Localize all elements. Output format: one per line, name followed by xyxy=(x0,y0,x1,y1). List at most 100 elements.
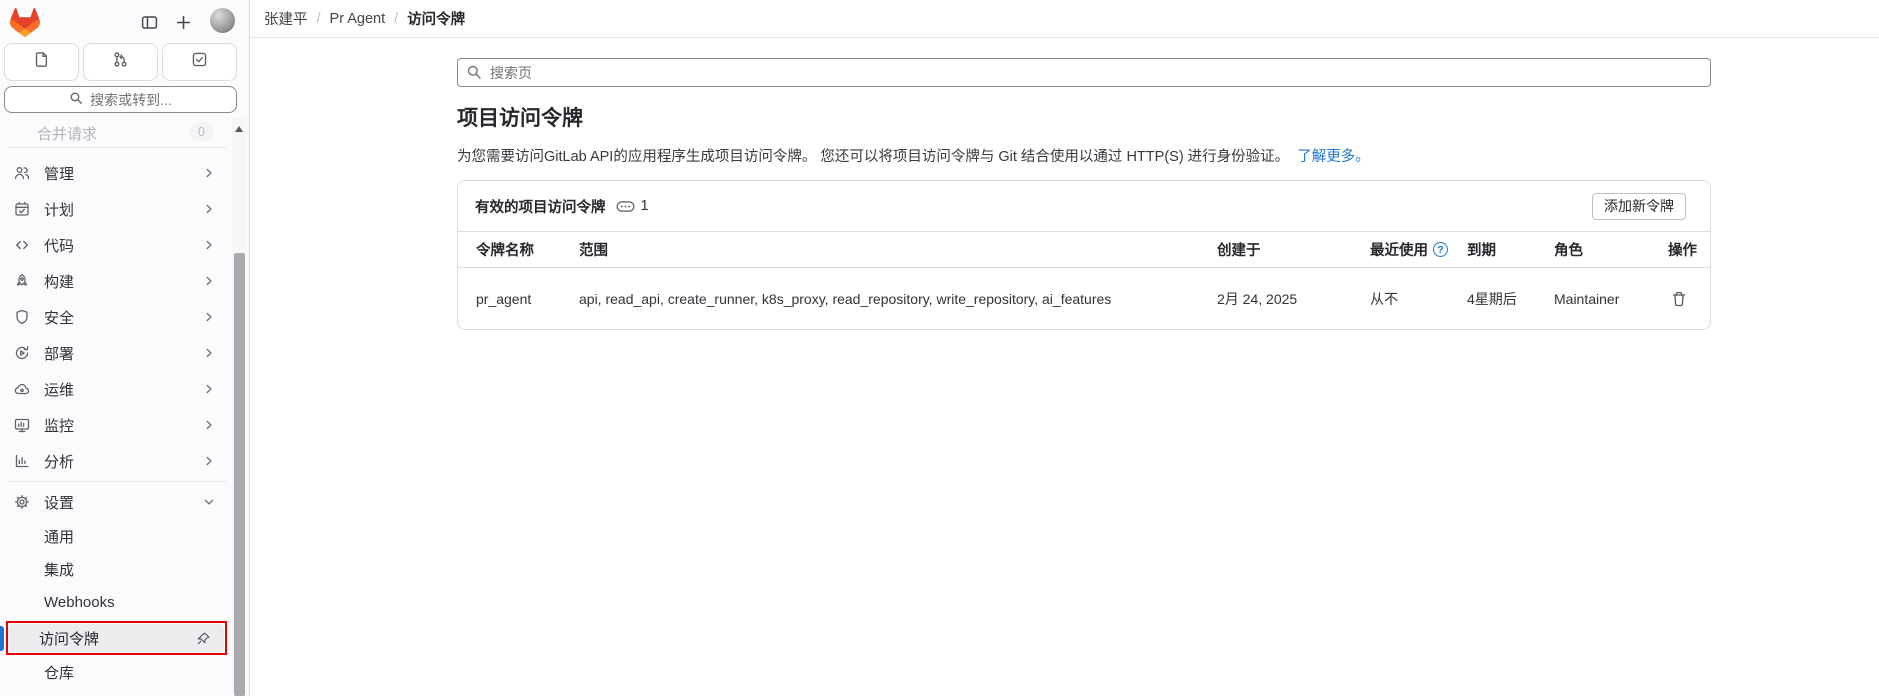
token-role-cell: Maintainer xyxy=(1554,291,1662,307)
sidebar-item-label: 通用 xyxy=(44,526,226,547)
learn-more-link[interactable]: 了解更多。 xyxy=(1297,149,1370,165)
chevron-right-icon xyxy=(202,418,216,432)
sidebar-item-plan[interactable]: 计划 xyxy=(8,192,226,226)
chevron-right-icon xyxy=(202,454,216,468)
page-search xyxy=(457,58,1711,87)
sidebar-item-webhooks[interactable]: Webhooks xyxy=(8,588,226,617)
sidebar-item-label: 管理 xyxy=(44,163,202,184)
chevron-down-icon xyxy=(202,495,216,509)
breadcrumb-group[interactable]: 张建平 xyxy=(264,8,308,29)
chart-icon xyxy=(14,453,30,469)
sidebar-item-secure[interactable]: 安全 xyxy=(8,300,226,334)
token-scopes-cell: api, read_api, create_runner, k8s_proxy,… xyxy=(579,291,1217,307)
sidebar-item-label: Webhooks xyxy=(44,594,226,611)
chevron-right-icon xyxy=(202,274,216,288)
sidebar-item-label: 部署 xyxy=(44,343,202,364)
active-indicator xyxy=(0,626,4,651)
settings-search-input[interactable] xyxy=(457,58,1711,87)
sidebar-item-access-tokens[interactable]: 访问令牌 xyxy=(9,624,224,652)
cloud-gear-icon xyxy=(14,381,30,397)
col-header-created: 创建于 xyxy=(1217,239,1370,260)
sidebar-item-monitor[interactable]: 监控 xyxy=(8,408,226,442)
sidebar-item-label: 构建 xyxy=(44,271,202,292)
card-title: 有效的项目访问令牌 xyxy=(475,196,606,217)
breadcrumb-separator: / xyxy=(394,11,398,27)
token-actions-cell xyxy=(1662,288,1710,310)
sidebar-item-operate[interactable]: 运维 xyxy=(8,372,226,406)
card-header: 有效的项目访问令牌 1 添加新令牌 xyxy=(458,181,1710,231)
todos-button[interactable] xyxy=(162,43,237,81)
col-header-actions: 操作 xyxy=(1662,239,1710,260)
col-header-scopes: 范围 xyxy=(579,239,1217,260)
sidebar-item-label: 合并请求 xyxy=(37,123,97,144)
sidebar-item-general[interactable]: 通用 xyxy=(8,522,226,551)
token-created-cell: 2月 24, 2025 xyxy=(1217,289,1370,309)
merge-requests-button[interactable] xyxy=(83,43,158,81)
monitor-icon xyxy=(14,417,30,433)
create-new-icon[interactable] xyxy=(172,11,194,33)
planning-icon xyxy=(14,201,30,217)
deploy-icon xyxy=(14,345,30,361)
sidebar-item-label: 代码 xyxy=(44,235,202,256)
sidebar: 搜索或转到... 合并请求 0 管理 计划 代码 构建 xyxy=(0,0,250,696)
sidebar-item-label: 仓库 xyxy=(44,662,226,683)
scrollbar-up-arrow-icon[interactable] xyxy=(235,126,243,132)
user-avatar[interactable] xyxy=(210,8,235,33)
sidebar-item-integrations[interactable]: 集成 xyxy=(8,555,226,584)
sidebar-item-repository[interactable]: 仓库 xyxy=(8,658,226,687)
token-expires-cell: 4星期后 xyxy=(1467,289,1554,309)
scrollbar-thumb[interactable] xyxy=(234,253,245,696)
divider xyxy=(8,481,226,482)
token-pill-icon xyxy=(616,200,635,213)
col-header-expires: 到期 xyxy=(1467,239,1554,260)
col-header-last-used: 最近使用 ? xyxy=(1370,239,1467,260)
sidebar-item-label: 监控 xyxy=(44,415,202,436)
add-token-button[interactable]: 添加新令牌 xyxy=(1592,193,1686,220)
users-icon xyxy=(14,165,30,181)
sidebar-item-label: 访问令牌 xyxy=(39,628,196,649)
code-icon xyxy=(14,237,30,253)
col-header-label: 最近使用 xyxy=(1370,239,1428,260)
sidebar-item-label: 分析 xyxy=(44,451,202,472)
pin-icon[interactable] xyxy=(196,630,212,646)
help-icon[interactable]: ? xyxy=(1433,242,1448,257)
search-or-goto-button[interactable]: 搜索或转到... xyxy=(4,86,237,113)
app-window: 搜索或转到... 合并请求 0 管理 计划 代码 构建 xyxy=(0,0,1879,696)
sidebar-item-deploy[interactable]: 部署 xyxy=(8,336,226,370)
divider xyxy=(8,147,226,148)
sidebar-item-label: 安全 xyxy=(44,307,202,328)
chevron-right-icon xyxy=(202,238,216,252)
chevron-right-icon xyxy=(202,346,216,360)
sidebar-toggle-icon[interactable] xyxy=(138,11,160,33)
sidebar-item-label: 运维 xyxy=(44,379,202,400)
sidebar-item-label: 计划 xyxy=(44,199,202,220)
issues-icon xyxy=(33,51,50,73)
sidebar-item-settings[interactable]: 设置 xyxy=(8,485,226,519)
sidebar-item-build[interactable]: 构建 xyxy=(8,264,226,298)
chevron-right-icon xyxy=(202,166,216,180)
search-or-goto-label: 搜索或转到... xyxy=(90,90,172,110)
sidebar-item-manage[interactable]: 管理 xyxy=(8,156,226,190)
revoke-token-button[interactable] xyxy=(1668,288,1690,310)
search-icon xyxy=(466,64,482,85)
shield-icon xyxy=(14,309,30,325)
merge-request-icon xyxy=(112,51,129,73)
table-row: pr_agent api, read_api, create_runner, k… xyxy=(458,268,1710,329)
page-title: 项目访问令牌 xyxy=(457,102,583,132)
table-header-row: 令牌名称 范围 创建于 最近使用 ? 到期 角色 操作 xyxy=(458,231,1710,268)
sidebar-shortcuts xyxy=(4,43,237,81)
sidebar-item-merge-requests[interactable]: 合并请求 0 xyxy=(8,120,226,146)
page-description: 为您需要访问GitLab API的应用程序生成项目访问令牌。 您还可以将项目访问… xyxy=(457,145,1370,166)
breadcrumb-separator: / xyxy=(317,11,321,27)
sidebar-item-label: 设置 xyxy=(44,492,202,513)
sidebar-item-analyze[interactable]: 分析 xyxy=(8,444,226,478)
annotation-red-box: 访问令牌 xyxy=(6,621,227,655)
breadcrumb-project[interactable]: Pr Agent xyxy=(330,11,386,27)
chevron-right-icon xyxy=(202,202,216,216)
issues-button[interactable] xyxy=(4,43,79,81)
sidebar-item-code[interactable]: 代码 xyxy=(8,228,226,262)
sidebar-header xyxy=(0,0,250,42)
col-header-token-name: 令牌名称 xyxy=(458,239,579,260)
gitlab-logo-icon[interactable] xyxy=(10,8,40,42)
sidebar-scrollbar[interactable] xyxy=(232,118,246,696)
